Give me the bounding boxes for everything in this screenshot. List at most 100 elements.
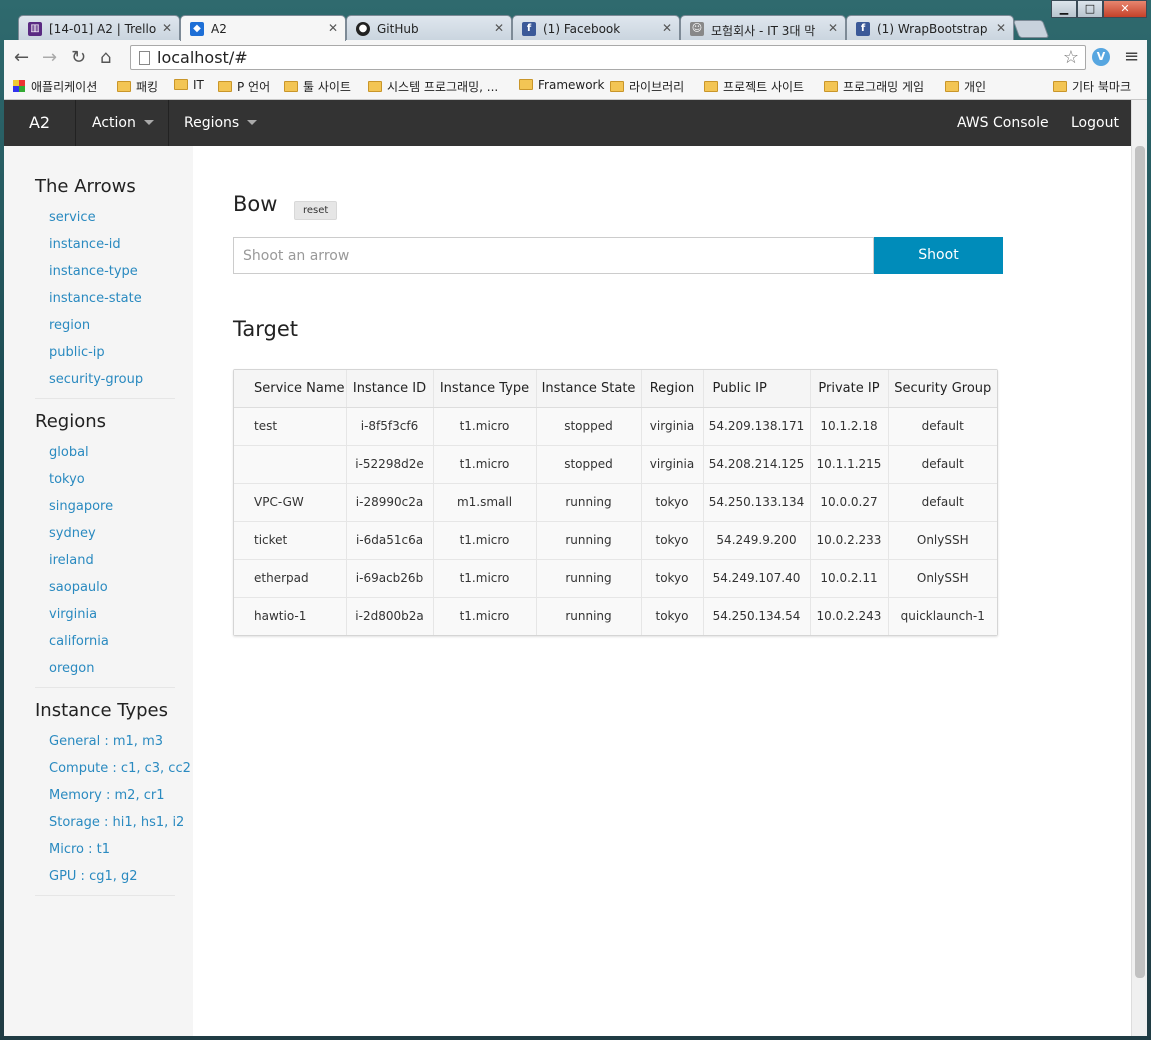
- minimize-icon[interactable]: ▁: [1051, 0, 1077, 18]
- column-header[interactable]: Security Group: [888, 370, 997, 408]
- cell-service-name: hawtio-1: [234, 597, 347, 635]
- bookmark-folder[interactable]: IT: [174, 78, 204, 92]
- cell-region: tokyo: [641, 521, 704, 560]
- bookmark-folder[interactable]: Framework: [519, 78, 604, 92]
- tab-facebook[interactable]: f (1) Facebook ✕: [512, 15, 680, 41]
- target-heading: Target: [233, 317, 298, 341]
- close-icon[interactable]: ✕: [996, 21, 1006, 35]
- tab-a2[interactable]: ◆ A2 ✕: [180, 15, 346, 41]
- type-link-gpu[interactable]: GPU : cg1, g2: [35, 866, 175, 893]
- regions-section: Regions global tokyo singapore sydney ir…: [35, 411, 175, 688]
- facebook-icon: f: [856, 22, 870, 36]
- type-link-compute[interactable]: Compute : c1, c3, cc2: [35, 758, 191, 785]
- bookmark-label: IT: [193, 78, 204, 92]
- table-row[interactable]: i-52298d2e t1.micro stopped virginia 54.…: [234, 445, 997, 484]
- type-link-memory[interactable]: Memory : m2, cr1: [35, 785, 175, 812]
- arrow-input[interactable]: [233, 237, 874, 274]
- arrow-link-service[interactable]: service: [35, 207, 175, 234]
- bookmark-label: 애플리케이션: [31, 80, 98, 94]
- arrow-link-instance-id[interactable]: instance-id: [35, 234, 175, 261]
- arrow-link-security-group[interactable]: security-group: [35, 369, 175, 396]
- type-link-micro[interactable]: Micro : t1: [35, 839, 175, 866]
- regions-dropdown[interactable]: Regions: [169, 100, 272, 146]
- tab-label: A2: [211, 22, 227, 36]
- bookmark-label: 패킹: [136, 80, 159, 94]
- column-header[interactable]: Instance State: [536, 370, 642, 408]
- region-link-virginia[interactable]: virginia: [35, 604, 175, 631]
- bookmark-other[interactable]: 기타 북마크: [1053, 78, 1131, 95]
- instance-types-heading: Instance Types: [35, 700, 169, 721]
- region-link-sydney[interactable]: sydney: [35, 523, 175, 550]
- table-row[interactable]: hawtio-1 i-2d800b2a t1.micro running tok…: [234, 597, 997, 635]
- arrow-link-public-ip[interactable]: public-ip: [35, 342, 175, 369]
- tab-trello[interactable]: ▥ [14-01] A2 | Trello ✕: [18, 15, 180, 41]
- address-bar[interactable]: localhost/# ☆: [130, 45, 1086, 70]
- cell-instance-state: running: [536, 521, 642, 560]
- close-window-icon[interactable]: ✕: [1103, 0, 1147, 18]
- arrow-link-region[interactable]: region: [35, 315, 175, 342]
- region-link-ireland[interactable]: ireland: [35, 550, 175, 577]
- bookmark-folder[interactable]: P 언어: [218, 78, 270, 95]
- page-icon: ☺: [690, 22, 704, 36]
- bookmark-folder[interactable]: 프로그래밍 게임: [824, 78, 924, 95]
- region-link-saopaulo[interactable]: saopaulo: [35, 577, 175, 604]
- region-link-global[interactable]: global: [35, 442, 175, 469]
- table-row[interactable]: VPC-GW i-28990c2a m1.small running tokyo…: [234, 483, 997, 522]
- extension-icon[interactable]: V: [1092, 48, 1110, 66]
- bookmark-folder[interactable]: 개인: [945, 78, 986, 95]
- type-link-general[interactable]: General : m1, m3: [35, 731, 175, 758]
- bookmark-folder[interactable]: 시스템 프로그래밍, ...: [368, 78, 498, 95]
- bookmark-apps[interactable]: 애플리케이션: [13, 78, 97, 95]
- tab-blog[interactable]: ☺ 모험회사 - IT 3대 막 ✕: [680, 15, 846, 41]
- column-header[interactable]: Private IP: [810, 370, 889, 408]
- tab-github[interactable]: ● GitHub ✕: [346, 15, 512, 41]
- close-icon[interactable]: ✕: [328, 21, 338, 35]
- logout-link[interactable]: Logout: [1056, 100, 1134, 146]
- cell-region: tokyo: [641, 559, 704, 598]
- type-link-storage[interactable]: Storage : hi1, hs1, i2: [35, 812, 184, 839]
- cell-service-name: VPC-GW: [234, 483, 347, 522]
- table-row[interactable]: ticket i-6da51c6a t1.micro running tokyo…: [234, 521, 997, 560]
- forward-icon[interactable]: →: [42, 47, 57, 68]
- column-header[interactable]: Instance ID: [346, 370, 434, 408]
- region-link-california[interactable]: california: [35, 631, 175, 658]
- region-link-singapore[interactable]: singapore: [35, 496, 175, 523]
- bookmarks-bar: 애플리케이션 패킹 IT P 언어 툴 사이트 시스템 프로그래밍, ... F…: [4, 73, 1147, 100]
- bookmark-folder[interactable]: 프로젝트 사이트: [704, 78, 804, 95]
- page-scrollbar[interactable]: [1131, 100, 1147, 1036]
- aws-console-link[interactable]: AWS Console: [942, 100, 1064, 146]
- star-icon[interactable]: ☆: [1063, 47, 1079, 68]
- top-navbar: A2 Action Regions AWS Console Logout: [4, 100, 1131, 146]
- table-row[interactable]: test i-8f5f3cf6 t1.micro stopped virgini…: [234, 407, 997, 446]
- close-icon[interactable]: ✕: [494, 21, 504, 35]
- table-row[interactable]: etherpad i-69acb26b t1.micro running tok…: [234, 559, 997, 598]
- page-viewport: A2 Action Regions AWS Console Logout The…: [4, 100, 1147, 1036]
- back-icon[interactable]: ←: [14, 47, 29, 68]
- folder-icon: [610, 81, 624, 92]
- brand-link[interactable]: A2: [4, 100, 76, 146]
- column-header[interactable]: Public IP: [703, 370, 811, 408]
- bookmark-folder[interactable]: 라이브러리: [610, 78, 684, 95]
- scrollbar-thumb[interactable]: [1135, 146, 1145, 978]
- new-tab-button[interactable]: [1012, 20, 1050, 38]
- column-header[interactable]: Region: [641, 370, 704, 408]
- region-link-tokyo[interactable]: tokyo: [35, 469, 175, 496]
- reload-icon[interactable]: ↻: [71, 47, 86, 68]
- arrow-link-instance-type[interactable]: instance-type: [35, 261, 175, 288]
- arrow-link-instance-state[interactable]: instance-state: [35, 288, 175, 315]
- close-icon[interactable]: ✕: [162, 21, 172, 35]
- action-dropdown[interactable]: Action: [77, 100, 169, 146]
- bookmark-folder[interactable]: 패킹: [117, 78, 158, 95]
- bookmark-folder[interactable]: 툴 사이트: [284, 78, 351, 95]
- close-icon[interactable]: ✕: [828, 21, 838, 35]
- region-link-oregon[interactable]: oregon: [35, 658, 175, 685]
- shoot-button[interactable]: Shoot: [874, 237, 1003, 274]
- maximize-icon[interactable]: □: [1077, 0, 1103, 18]
- reset-button[interactable]: reset: [294, 201, 338, 220]
- tab-wrapbootstrap[interactable]: f (1) WrapBootstrap ✕: [846, 15, 1014, 41]
- home-icon[interactable]: ⌂: [100, 47, 111, 68]
- column-header[interactable]: Instance Type: [433, 370, 537, 408]
- close-icon[interactable]: ✕: [662, 21, 672, 35]
- column-header[interactable]: Service Name: [234, 370, 347, 408]
- menu-icon[interactable]: ≡: [1124, 46, 1139, 67]
